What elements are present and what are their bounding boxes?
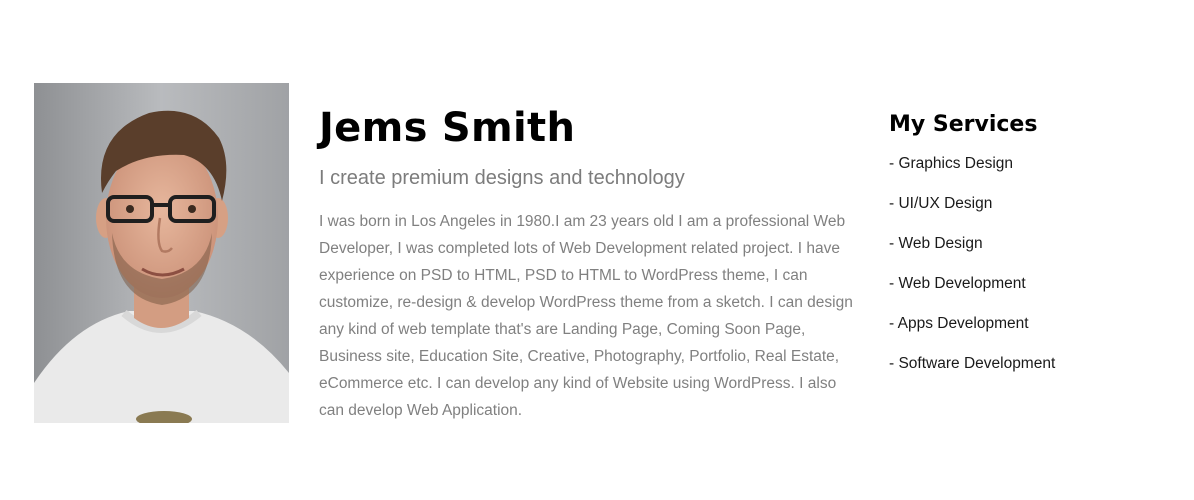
service-item-apps-development: - Apps Development (889, 315, 1029, 332)
profile-name: Jems Smith (319, 105, 576, 151)
service-item-web-development: - Web Development (889, 275, 1026, 292)
services-title: My Services (889, 112, 1038, 137)
service-item-graphics-design: - Graphics Design (889, 155, 1014, 172)
profile-photo (34, 83, 289, 423)
service-item-ui-ux-design: - UI/UX Design (889, 195, 993, 212)
services-list: - Graphics Design - UI/UX Design - Web D… (889, 154, 1169, 374)
profile-info: Jems Smith I create premium designs and … (319, 100, 864, 424)
profile-tagline: I create premium designs and technology (319, 167, 685, 189)
services-panel: My Services - Graphics Design - UI/UX De… (889, 108, 1169, 394)
service-item-software-development: - Software Development (889, 355, 1056, 372)
profile-bio: I was born in Los Angeles in 1980.I am 2… (319, 213, 853, 419)
service-item-web-design: - Web Design (889, 235, 983, 252)
about-section: Jems Smith I create premium designs and … (0, 0, 1194, 500)
